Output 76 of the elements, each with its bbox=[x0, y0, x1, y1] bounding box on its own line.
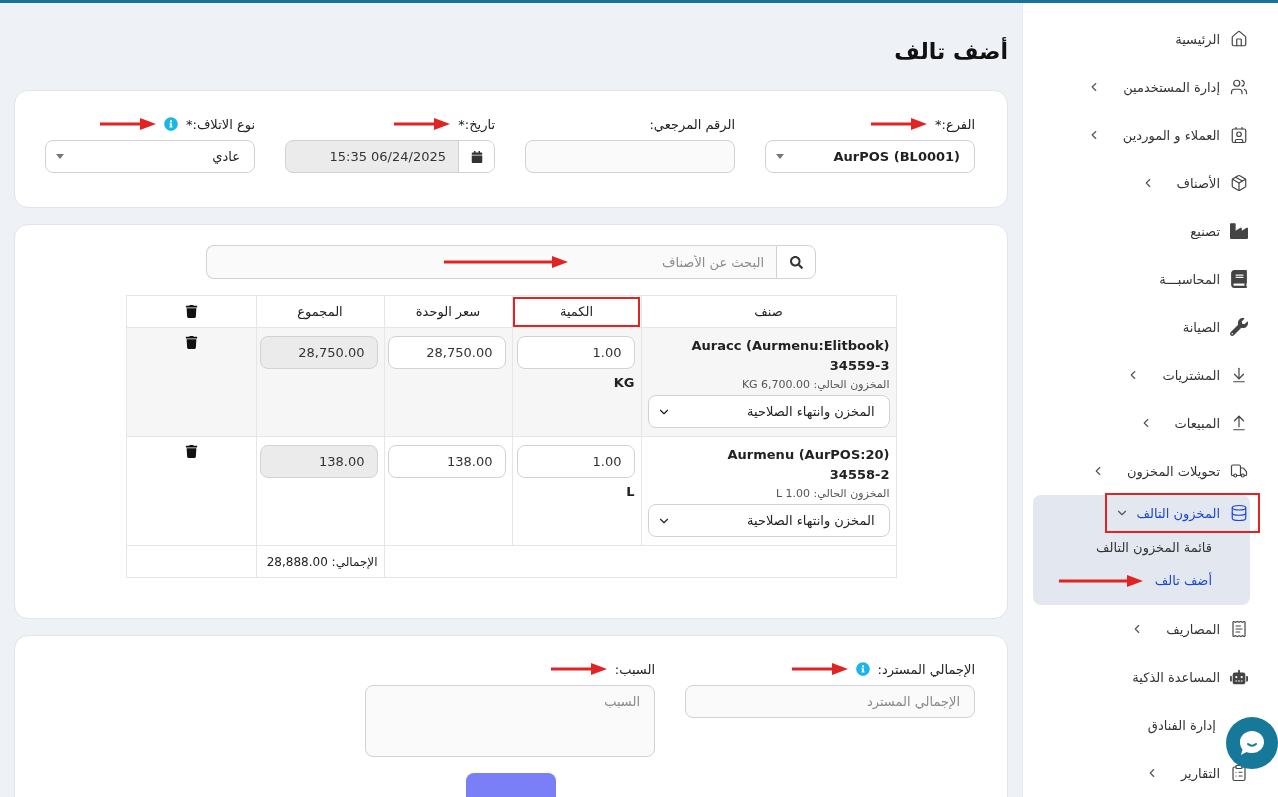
price-field[interactable]: 28,750.00 bbox=[387, 336, 506, 369]
search-button[interactable] bbox=[776, 245, 816, 279]
search-icon bbox=[789, 255, 803, 269]
field-label: نوع الاتلاف:* bbox=[186, 116, 255, 132]
page-title: أضف تالف bbox=[893, 39, 1008, 64]
menu-icon bbox=[1230, 414, 1248, 432]
column-header: الكمية bbox=[512, 295, 641, 328]
trash-icon[interactable] bbox=[184, 445, 198, 458]
item-code: 34558-2 bbox=[828, 466, 890, 484]
unit-text: L bbox=[625, 484, 635, 499]
column-header: صنف bbox=[641, 295, 896, 328]
sidebar-item[interactable]: العملاء و الموردين bbox=[1086, 111, 1250, 159]
menu-icon bbox=[1230, 126, 1248, 144]
sidebar-item[interactable]: تصنيع bbox=[1190, 207, 1250, 255]
submenu-item[interactable]: أضف تالف bbox=[1154, 573, 1212, 588]
calendar-button[interactable] bbox=[458, 141, 494, 172]
sidebar-item[interactable]: الرئيسية bbox=[1175, 15, 1250, 63]
menu-icon bbox=[1230, 504, 1248, 522]
select-field[interactable]: عادي bbox=[45, 140, 255, 173]
item-name: Auracc (Aurmenu:Elitbook) bbox=[690, 337, 890, 355]
calendar-icon bbox=[470, 150, 483, 163]
text-area[interactable]: السبب bbox=[365, 685, 655, 757]
caret-icon bbox=[776, 154, 784, 159]
caret-icon bbox=[56, 154, 64, 159]
menu-icon bbox=[1230, 318, 1248, 336]
sidebar-item[interactable]: المشتريات bbox=[1126, 351, 1250, 399]
chat-bubble-icon bbox=[1237, 728, 1267, 758]
menu-icon bbox=[1230, 668, 1248, 686]
total-field: 28,750.00 bbox=[259, 336, 378, 369]
item-name: Aurmenu (AurPOS:20) bbox=[726, 446, 890, 464]
field-label: الفرع:* bbox=[935, 116, 975, 132]
trash-icon[interactable] bbox=[184, 336, 198, 349]
sidebar-item[interactable]: المبيعات bbox=[1138, 399, 1250, 447]
menu-icon bbox=[1230, 30, 1248, 48]
menu-icon bbox=[1230, 366, 1248, 384]
sidebar-item[interactable]: تحويلات المخزون bbox=[1091, 447, 1250, 495]
field-label: تاريخ:* bbox=[458, 116, 495, 132]
grand-total: الإجمالي: 28,888.00 bbox=[266, 555, 378, 569]
stock-text: المخزون الحالي: KG 6,700.00 bbox=[740, 378, 890, 391]
location-select[interactable]: المخزن وانتهاء الصلاحية bbox=[647, 395, 890, 428]
sidebar-item[interactable]: الأصناف bbox=[1140, 159, 1250, 207]
sidebar-item[interactable]: إدارة المستخدمين bbox=[1087, 63, 1250, 111]
quantity-field[interactable]: 1.00 bbox=[516, 336, 635, 369]
search-field[interactable]: البحث عن الأصناف bbox=[206, 245, 776, 279]
menu-icon bbox=[1230, 222, 1248, 240]
input-field[interactable]: الإجمالي المسترد bbox=[685, 685, 975, 718]
price-field[interactable]: 138.00 bbox=[387, 445, 506, 478]
sidebar-item[interactable]: الصيانة bbox=[1182, 303, 1250, 351]
trash-icon[interactable] bbox=[184, 305, 198, 318]
sidebar-item[interactable]: المحاسبـــة bbox=[1159, 255, 1250, 303]
field-label: السبب: bbox=[614, 661, 655, 677]
column-header: سعر الوحدة bbox=[384, 295, 512, 328]
sidebar-item[interactable]: إدارة الفنادق bbox=[1147, 701, 1216, 749]
column-header: المجموع bbox=[256, 295, 384, 328]
unit-text: KG bbox=[612, 375, 635, 390]
select-field[interactable]: AurPOS (BL0001) bbox=[765, 140, 975, 173]
input-field[interactable] bbox=[525, 140, 735, 173]
stock-text: المخزون الحالي: L 1.00 bbox=[774, 487, 890, 500]
sidebar-item[interactable]: المخزون التالف bbox=[1106, 495, 1258, 531]
sidebar-item[interactable]: المصاريف bbox=[1130, 605, 1250, 653]
sidebar-item[interactable]: التقارير bbox=[1144, 749, 1250, 797]
menu-icon bbox=[1230, 620, 1248, 638]
menu-icon bbox=[1230, 764, 1248, 782]
field-label: الرقم المرجعي: bbox=[649, 116, 735, 132]
field-label: الإجمالي المسترد: bbox=[877, 661, 975, 677]
menu-icon bbox=[1230, 462, 1248, 480]
location-select[interactable]: المخزن وانتهاء الصلاحية bbox=[647, 504, 890, 537]
item-code: 34559-3 bbox=[828, 357, 890, 375]
menu-icon bbox=[1230, 78, 1248, 96]
date-field[interactable]: 15:35 06/24/2025 bbox=[285, 140, 495, 173]
submenu-item[interactable]: قائمة المخزون التالف bbox=[1096, 540, 1212, 555]
menu-icon bbox=[1230, 174, 1248, 192]
sidebar-item[interactable]: المساعدة الذكية bbox=[1132, 653, 1250, 701]
quantity-field[interactable]: 1.00 bbox=[516, 445, 635, 478]
menu-icon bbox=[1230, 270, 1248, 288]
total-field: 138.00 bbox=[259, 445, 378, 478]
